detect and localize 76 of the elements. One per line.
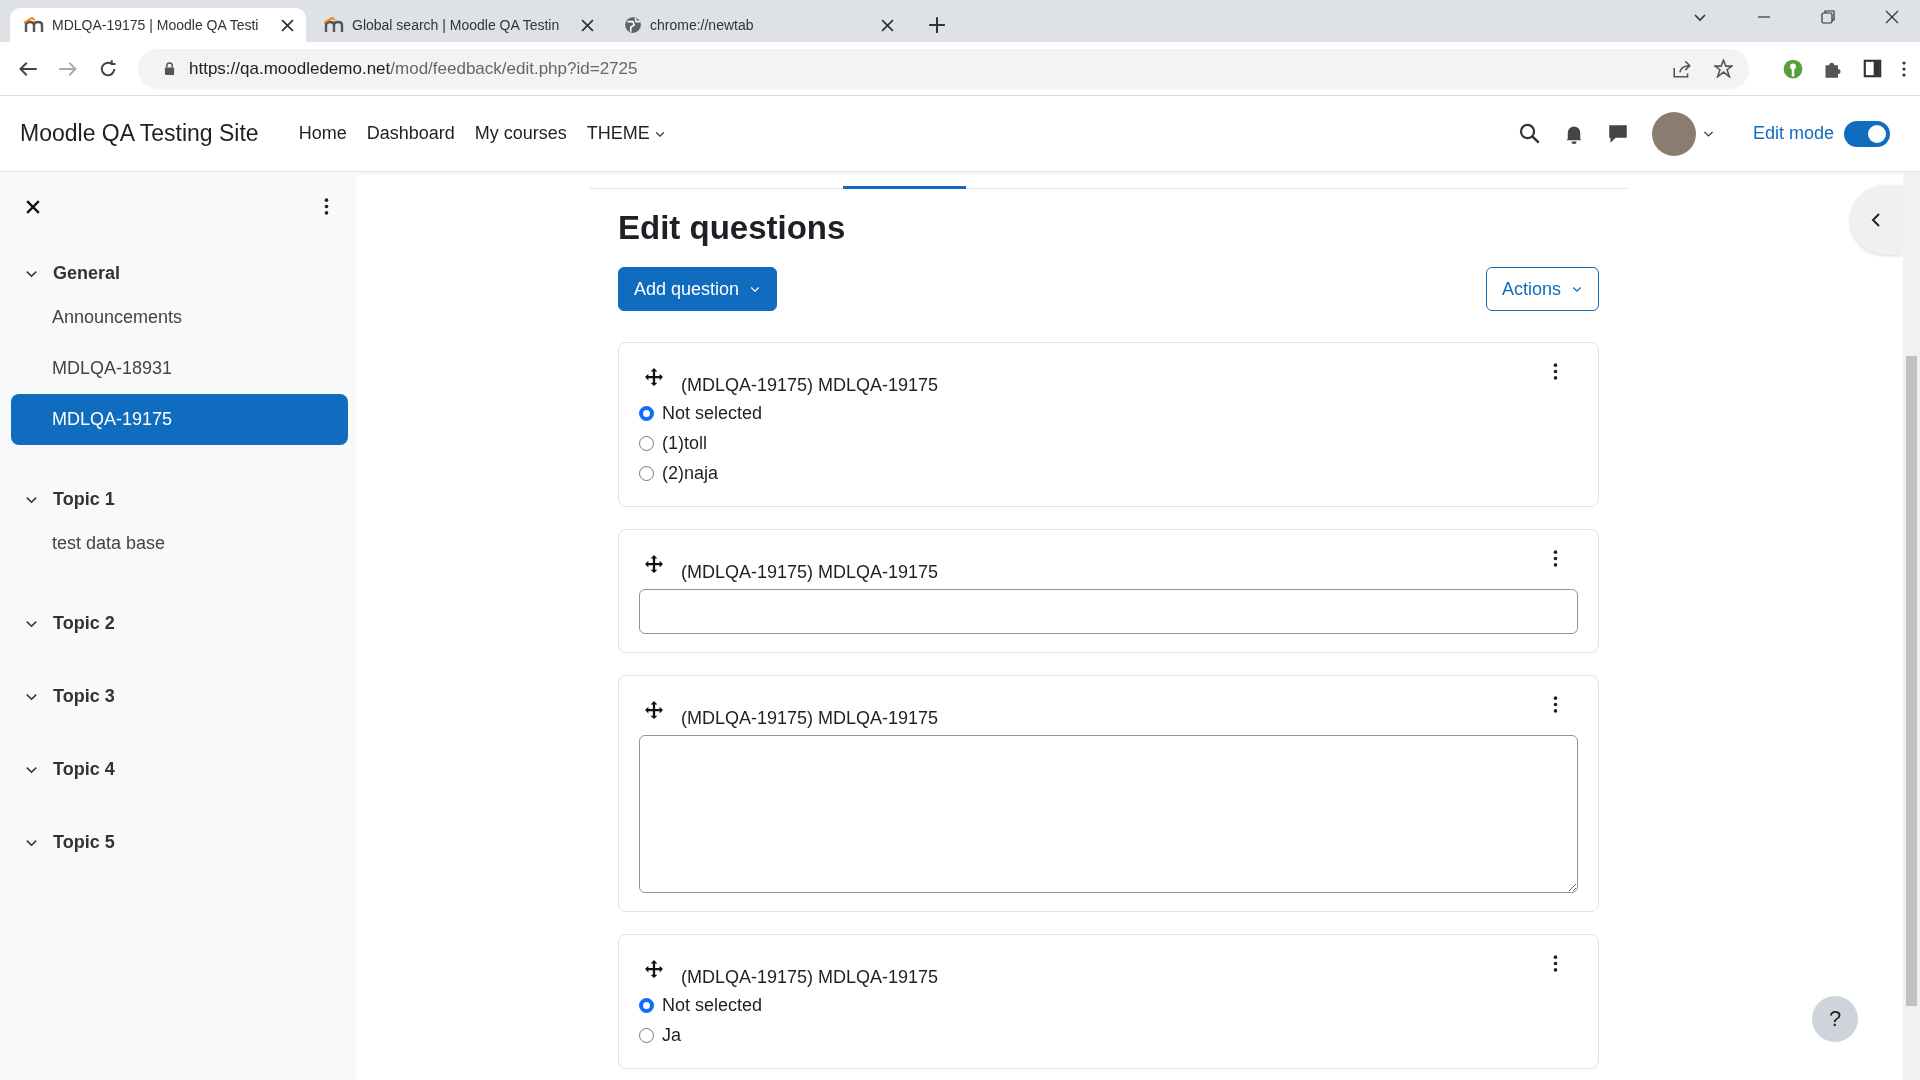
- radio-button[interactable]: [639, 465, 654, 481]
- close-icon[interactable]: [281, 18, 294, 32]
- text-area-field[interactable]: [639, 735, 1578, 893]
- question-title: (MDLQA-19175) MDLQA-19175: [681, 375, 939, 396]
- question-title: (MDLQA-19175) MDLQA-19175: [681, 562, 939, 583]
- section-title[interactable]: Topic 5: [53, 832, 115, 853]
- move-icon[interactable]: [645, 960, 663, 978]
- close-icon[interactable]: [881, 18, 894, 32]
- section-title[interactable]: Topic 1: [53, 489, 115, 510]
- nav-link[interactable]: Home: [298, 123, 347, 144]
- section-title[interactable]: Topic 4: [53, 759, 115, 780]
- section-title[interactable]: Topic 3: [53, 686, 115, 707]
- nav-link[interactable]: Dashboard: [366, 123, 455, 144]
- extension-shield-icon[interactable]: [1783, 58, 1803, 79]
- kebab-menu-icon[interactable]: [1553, 363, 1558, 380]
- page-heading: Edit questions: [618, 209, 847, 247]
- add-question-button[interactable]: Add question: [618, 267, 778, 311]
- chat-bubble-icon[interactable]: [1607, 123, 1628, 144]
- radio-button[interactable]: [639, 1027, 654, 1043]
- question-title: (MDLQA-19175) MDLQA-19175: [681, 708, 939, 729]
- actions-button[interactable]: Actions: [1485, 267, 1599, 311]
- course-index-item[interactable]: Announcements: [11, 292, 348, 343]
- address-bar[interactable]: https://qa.moodledemo.net/mod/feedback/edit.php?id=2725: [138, 48, 1749, 89]
- lock-icon: [164, 62, 175, 75]
- close-window-icon[interactable]: [1884, 9, 1900, 25]
- share-icon[interactable]: [1672, 59, 1692, 78]
- help-button[interactable]: ?: [1812, 996, 1858, 1042]
- option-label: (1)toll: [662, 432, 707, 454]
- move-icon[interactable]: [645, 368, 663, 386]
- browser-tab[interactable]: Global search | Moodle QA Testin: [310, 8, 606, 42]
- question-title: (MDLQA-19175) MDLQA-19175: [681, 967, 939, 988]
- option-label: (2)naja: [662, 462, 719, 484]
- kebab-menu-icon[interactable]: [1553, 550, 1558, 567]
- course-index-item[interactable]: MDLQA-18931: [11, 343, 348, 394]
- radio-button[interactable]: [639, 405, 654, 421]
- kebab-menu-icon[interactable]: [1553, 696, 1558, 713]
- move-icon[interactable]: [645, 555, 663, 573]
- edit-mode-label: Edit mode: [1752, 123, 1834, 144]
- browser-tab[interactable]: MDLQA-19175 | Moodle QA Testi: [10, 8, 306, 42]
- section-title[interactable]: General: [53, 263, 121, 284]
- radio-button[interactable]: [639, 997, 654, 1013]
- close-icon[interactable]: [26, 199, 40, 214]
- kebab-menu-icon[interactable]: [1902, 60, 1906, 77]
- option-label: Not selected: [662, 402, 763, 424]
- new-tab-icon[interactable]: [928, 16, 946, 34]
- side-panel-icon[interactable]: [1863, 59, 1882, 78]
- kebab-menu-icon[interactable]: [324, 198, 329, 215]
- kebab-menu-icon[interactable]: [1553, 955, 1558, 972]
- nav-link[interactable]: My courses: [474, 123, 567, 144]
- scrollbar-thumb[interactable]: [1906, 356, 1917, 1006]
- course-index-item[interactable]: MDLQA-19175: [11, 394, 348, 445]
- reload-icon[interactable]: [98, 58, 118, 79]
- option-label: Not selected: [662, 994, 763, 1016]
- search-icon[interactable]: [1518, 123, 1540, 144]
- nav-link[interactable]: THEME: [586, 123, 666, 144]
- globe-icon: [624, 16, 642, 34]
- url-text: https://qa.moodledemo.net/mod/feedback/edit.php?id=2725: [189, 58, 638, 79]
- site-name[interactable]: Moodle QA Testing Site: [20, 120, 259, 147]
- browser-tab[interactable]: chrome://newtab: [610, 8, 906, 42]
- close-icon[interactable]: [581, 18, 594, 32]
- radio-button[interactable]: [639, 435, 654, 451]
- course-index-item[interactable]: test data base: [11, 518, 348, 569]
- moodle-logo-icon: [24, 17, 44, 33]
- drawer-toggle-button[interactable]: [1850, 185, 1902, 255]
- moodle-logo-icon: [324, 17, 344, 33]
- tab-title: Global search | Moodle QA Testin: [352, 17, 561, 33]
- section-title[interactable]: Topic 2: [53, 613, 115, 634]
- restore-icon[interactable]: [1820, 9, 1836, 25]
- edit-mode-toggle[interactable]: [1844, 120, 1890, 147]
- star-icon[interactable]: [1714, 59, 1733, 78]
- option-label: Ja: [662, 1024, 681, 1046]
- scrollbar[interactable]: [1903, 172, 1920, 1080]
- tab-title: chrome://newtab: [650, 17, 755, 33]
- move-icon[interactable]: [645, 701, 663, 719]
- tab-title: MDLQA-19175 | Moodle QA Testi: [52, 17, 260, 33]
- text-input-field[interactable]: [639, 589, 1578, 634]
